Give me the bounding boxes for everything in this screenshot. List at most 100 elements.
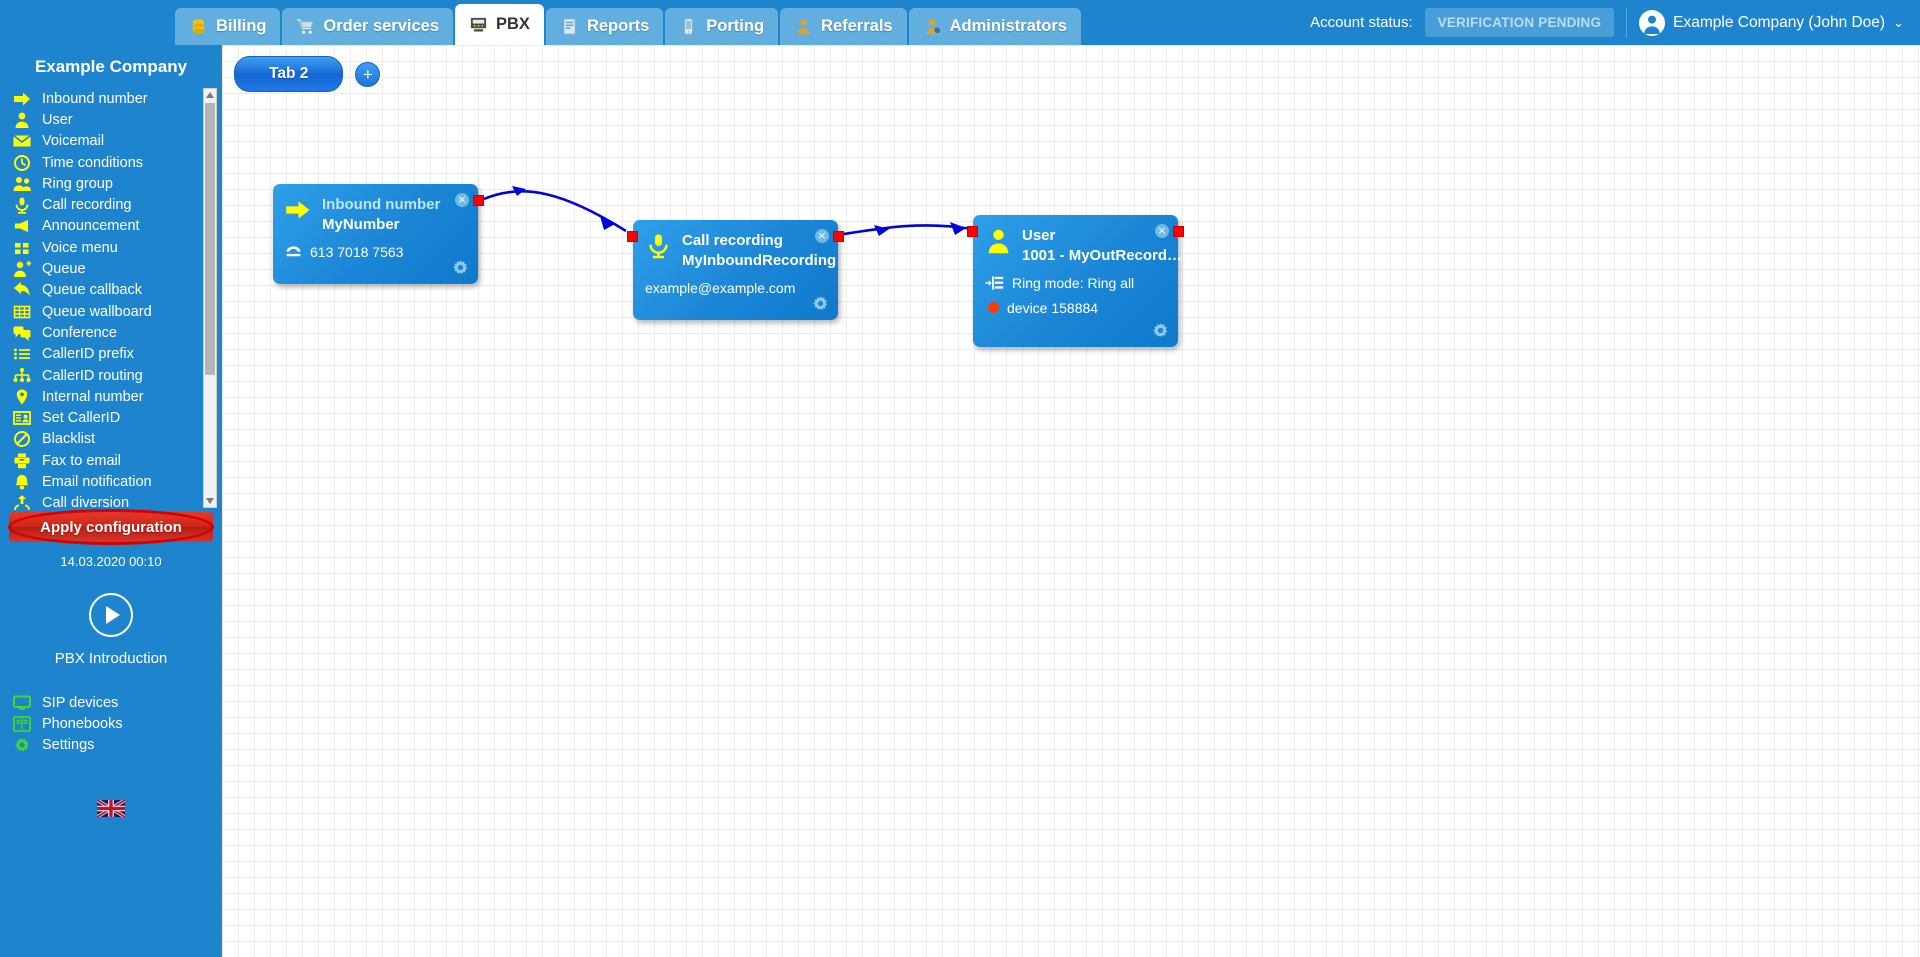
- arrow-right-icon: [14, 92, 30, 106]
- tab-pbx-label: PBX: [496, 15, 530, 33]
- sidebar-item-user[interactable]: User: [0, 109, 204, 130]
- book-icon: [13, 716, 31, 732]
- close-icon[interactable]: ×: [1155, 224, 1169, 238]
- user-icon: [988, 229, 1009, 254]
- clock-icon: [14, 154, 30, 171]
- bell-icon: [15, 474, 29, 490]
- grid-icon: [15, 242, 29, 254]
- hierarchy-icon: [13, 367, 31, 382]
- play-triangle: [106, 606, 120, 624]
- node-call-recording[interactable]: × Call recording MyInboundRecording exam…: [627, 220, 844, 320]
- sidebar-item-label: CallerID prefix: [42, 346, 134, 363]
- sidebar-item-internal-number[interactable]: Internal number: [0, 386, 204, 407]
- node-header: Call recording MyInboundRecording: [633, 220, 838, 271]
- play-icon[interactable]: [89, 593, 133, 637]
- mobile-icon: [684, 18, 694, 35]
- sidebar-item-voicemail[interactable]: Voicemail: [0, 131, 204, 152]
- sidebar-item-blacklist[interactable]: Blacklist: [0, 429, 204, 450]
- sidebar-item-label: Time conditions: [42, 154, 144, 171]
- microphone-icon: [15, 197, 29, 214]
- monitor-icon: [13, 695, 31, 710]
- node-phone-number: 613 7018 7563: [310, 243, 404, 260]
- sidebar-item-sip-devices[interactable]: SIP devices: [0, 692, 222, 713]
- sidebar-item-phonebooks[interactable]: Phonebooks: [0, 713, 222, 734]
- input-port[interactable]: [627, 231, 638, 242]
- tab-order-services[interactable]: Order services: [282, 8, 454, 45]
- sidebar-item-voice-menu[interactable]: Voice menu: [0, 237, 204, 258]
- sidebar-item-inbound-number[interactable]: Inbound number: [0, 88, 204, 109]
- close-icon[interactable]: ×: [455, 193, 469, 207]
- sidebar-item-label: Settings: [42, 737, 95, 754]
- output-port[interactable]: [1173, 226, 1184, 237]
- node-device-text: device 158884: [1007, 299, 1099, 316]
- report-icon: [563, 18, 576, 35]
- output-port[interactable]: [473, 195, 484, 206]
- pin-icon: [16, 389, 28, 405]
- printer-icon: [14, 453, 30, 468]
- user-menu[interactable]: Example Company (John Doe) ⌄: [1639, 9, 1904, 36]
- tab-reports[interactable]: Reports: [545, 8, 664, 45]
- canvas-tab-bar: Tab 2 +: [234, 56, 381, 92]
- ringmode-icon: [985, 275, 1004, 290]
- device-status-dot-icon: [988, 302, 999, 314]
- sidebar-item-queue[interactable]: Queue: [0, 258, 204, 279]
- gear-icon: [15, 738, 29, 752]
- gear-icon[interactable]: [451, 258, 470, 277]
- sidebar-item-ring-group[interactable]: Ring group: [0, 173, 204, 194]
- sidebar-item-label: Queue wallboard: [42, 303, 152, 320]
- node-inbound-number[interactable]: × Inbound number MyNumber 613 7018 7563: [273, 184, 484, 284]
- sidebar-item-queue-wallboard[interactable]: Queue wallboard: [0, 301, 204, 322]
- arrow-right-icon: [286, 201, 310, 219]
- sidebar-item-settings[interactable]: Settings: [0, 735, 222, 756]
- language-selector[interactable]: [0, 756, 222, 822]
- sidebar-item-email-notification[interactable]: Email notification: [0, 471, 204, 492]
- admin-icon: [926, 19, 940, 35]
- close-icon[interactable]: ×: [815, 229, 829, 243]
- tab-referrals[interactable]: Referrals: [780, 8, 907, 45]
- sidebar-item-fax-to-email[interactable]: Fax to email: [0, 450, 204, 471]
- sidebar-item-queue-callback[interactable]: Queue callback: [0, 280, 204, 301]
- arrow-back-icon: [14, 282, 30, 297]
- pbx-introduction-block[interactable]: PBX Introduction: [0, 569, 222, 667]
- add-tab-button[interactable]: +: [355, 61, 381, 87]
- sidebar-item-announcement[interactable]: Announcement: [0, 216, 204, 237]
- user-plus-icon: [14, 261, 31, 278]
- status-badge[interactable]: VERIFICATION PENDING: [1424, 8, 1615, 37]
- sidebar-item-label: SIP devices: [42, 694, 119, 711]
- block-icon: [14, 431, 30, 448]
- sidebar-item-conference[interactable]: Conference: [0, 322, 204, 343]
- gear-icon[interactable]: [811, 294, 830, 313]
- sidebar-item-call-recording[interactable]: Call recording: [0, 194, 204, 215]
- tab-administrators[interactable]: Administrators: [908, 8, 1081, 45]
- node-name-label: MyInboundRecording: [682, 251, 837, 269]
- node-detail-row: example@example.com: [633, 280, 838, 296]
- sidebar-item-label: Ring group: [42, 175, 113, 192]
- sidebar-menu-list: Inbound number User Voicemail Time condi…: [0, 88, 204, 514]
- main-tab-list: Billing Order services PBX Reports Porti…: [175, 0, 1083, 45]
- sidebar-item-callerid-routing[interactable]: CallerID routing: [0, 365, 204, 386]
- input-port[interactable]: [967, 226, 978, 237]
- tab-administrators-label: Administrators: [949, 17, 1067, 35]
- canvas-tab-2[interactable]: Tab 2: [234, 56, 344, 92]
- node-detail-row: 613 7018 7563: [273, 244, 478, 260]
- node-name-label: MyNumber: [322, 215, 400, 233]
- scroll-up-arrow-icon[interactable]: [204, 89, 216, 101]
- sidebar-item-call-diversion[interactable]: Call diversion: [0, 493, 204, 514]
- list-icon: [14, 348, 30, 360]
- gear-icon[interactable]: [1151, 321, 1170, 340]
- sidebar-item-label: User: [42, 111, 73, 128]
- tab-porting[interactable]: Porting: [665, 8, 779, 45]
- scrollbar-thumb[interactable]: [205, 103, 215, 375]
- node-user[interactable]: × User 1001 - MyOutRecord… Ring mode: Ri…: [967, 215, 1184, 347]
- flow-canvas[interactable]: Tab 2 + × Inbound number MyNumber 613 70…: [222, 45, 1920, 957]
- sidebar-scrollbar[interactable]: [203, 88, 217, 508]
- tab-pbx[interactable]: PBX: [455, 4, 544, 45]
- tab-billing-label: Billing: [216, 17, 267, 35]
- scroll-down-arrow-icon[interactable]: [204, 495, 216, 507]
- sidebar-item-set-callerid[interactable]: Set CallerID: [0, 407, 204, 428]
- tab-billing[interactable]: Billing: [175, 8, 281, 45]
- sidebar-item-time-conditions[interactable]: Time conditions: [0, 152, 204, 173]
- output-port[interactable]: [833, 231, 844, 242]
- apply-configuration-button[interactable]: Apply configuration: [8, 509, 214, 545]
- sidebar-item-callerid-prefix[interactable]: CallerID prefix: [0, 344, 204, 365]
